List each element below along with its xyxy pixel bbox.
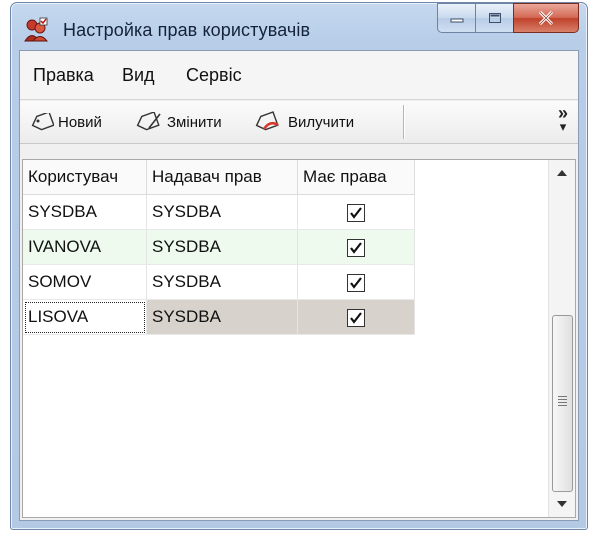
column-header-grantor[interactable]: Надавач прав bbox=[146, 160, 298, 195]
tag-icon bbox=[31, 113, 54, 131]
checkmark-icon bbox=[350, 311, 362, 324]
menu-bar: Правка Вид Сервіс bbox=[20, 51, 578, 100]
delete-tag-icon bbox=[255, 111, 279, 131]
user-cell[interactable]: IVANOVA bbox=[23, 229, 147, 265]
checkmark-icon bbox=[350, 276, 362, 289]
vertical-scrollbar[interactable] bbox=[548, 160, 575, 517]
checkmark-icon bbox=[350, 206, 362, 219]
column-header-user[interactable]: Користувач bbox=[23, 160, 147, 195]
has-rights-checkbox[interactable] bbox=[347, 203, 365, 222]
new-button-label: Новий bbox=[58, 113, 102, 131]
delete-button-label: Вилучити bbox=[288, 113, 355, 131]
scroll-down-arrow-icon bbox=[557, 501, 567, 507]
thumb-grip-icon bbox=[558, 396, 567, 408]
scroll-up-button[interactable] bbox=[549, 160, 575, 186]
delete-button[interactable]: Вилучити bbox=[254, 109, 354, 135]
window-title: Настройка прав користувачів bbox=[63, 20, 311, 40]
grantor-cell[interactable]: SYSDBA bbox=[146, 194, 298, 230]
has-rights-cell[interactable] bbox=[297, 264, 415, 300]
table-row-selected[interactable]: LISOVA SYSDBA bbox=[23, 299, 415, 335]
user-cell[interactable]: SOMOV bbox=[23, 264, 147, 300]
user-cell-focused[interactable]: LISOVA bbox=[23, 299, 147, 335]
grantor-cell[interactable]: SYSDBA bbox=[146, 264, 298, 300]
close-icon bbox=[538, 11, 554, 25]
table-row[interactable]: IVANOVA SYSDBA bbox=[23, 229, 415, 265]
maximize-icon bbox=[488, 13, 501, 23]
users-grid[interactable]: Користувач Надавач прав Має права SYSDBA… bbox=[22, 159, 576, 518]
menu-edit[interactable]: Правка bbox=[33, 65, 94, 86]
user-cell[interactable]: SYSDBA bbox=[23, 194, 147, 230]
users-rights-app-icon bbox=[23, 17, 49, 43]
table-row[interactable]: SOMOV SYSDBA bbox=[23, 264, 415, 300]
column-header-has-rights[interactable]: Має права bbox=[297, 160, 415, 195]
edit-button[interactable]: Змінити bbox=[135, 109, 222, 135]
edit-button-label: Змінити bbox=[167, 113, 222, 131]
close-button[interactable] bbox=[513, 3, 579, 33]
grantor-cell[interactable]: SYSDBA bbox=[146, 229, 298, 265]
has-rights-cell[interactable] bbox=[297, 229, 415, 265]
has-rights-checkbox[interactable] bbox=[347, 238, 365, 257]
toolbar: Новий Змінити Вилучити » ▾ bbox=[20, 101, 578, 144]
has-rights-checkbox[interactable] bbox=[347, 273, 365, 292]
menu-view[interactable]: Вид bbox=[122, 65, 155, 86]
table-row[interactable]: SYSDBA SYSDBA bbox=[23, 194, 415, 230]
caption-buttons bbox=[437, 3, 579, 35]
has-rights-checkbox[interactable] bbox=[347, 308, 365, 327]
menu-service[interactable]: Сервіс bbox=[186, 65, 242, 86]
checkmark-icon bbox=[350, 241, 362, 254]
scrollbar-thumb[interactable] bbox=[552, 315, 573, 492]
edit-tag-icon bbox=[136, 112, 161, 131]
toolbar-overflow-button[interactable]: » ▾ bbox=[558, 104, 568, 133]
minimize-icon bbox=[450, 18, 463, 23]
app-window: Настройка прав користувачів Правка Вид С… bbox=[10, 2, 588, 530]
has-rights-cell[interactable] bbox=[297, 194, 415, 230]
maximize-button[interactable] bbox=[475, 3, 513, 33]
has-rights-cell[interactable] bbox=[297, 299, 415, 335]
scroll-up-arrow-icon bbox=[557, 170, 567, 176]
scroll-down-button[interactable] bbox=[549, 491, 575, 517]
header-row: Користувач Надавач прав Має права bbox=[23, 160, 415, 195]
grantor-cell[interactable]: SYSDBA bbox=[146, 299, 298, 335]
new-button[interactable]: Новий bbox=[30, 109, 102, 135]
client-area: Правка Вид Сервіс Новий Змінити Вилучити… bbox=[19, 50, 579, 521]
title-bar[interactable]: Настройка прав користувачів bbox=[11, 3, 587, 51]
toolbar-separator bbox=[403, 105, 404, 139]
minimize-button[interactable] bbox=[437, 3, 475, 33]
rights-table: Користувач Надавач прав Має права SYSDBA… bbox=[23, 160, 415, 335]
